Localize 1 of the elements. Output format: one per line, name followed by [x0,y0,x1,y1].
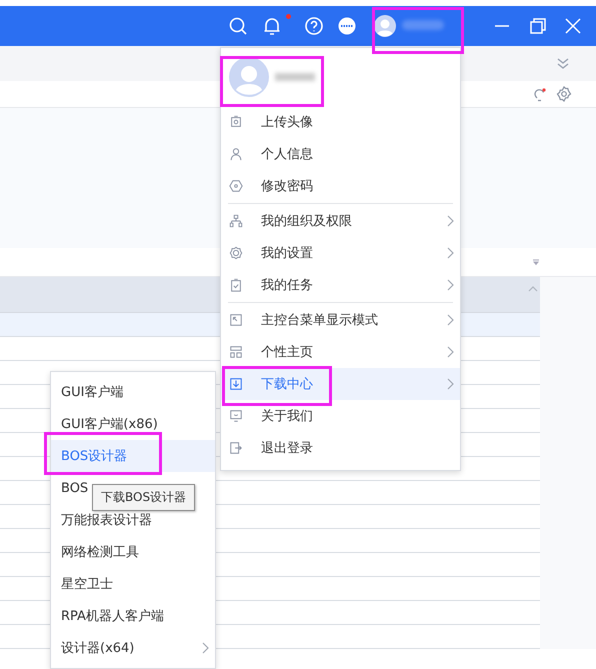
tooltip: 下载BOS设计器 [92,484,196,511]
